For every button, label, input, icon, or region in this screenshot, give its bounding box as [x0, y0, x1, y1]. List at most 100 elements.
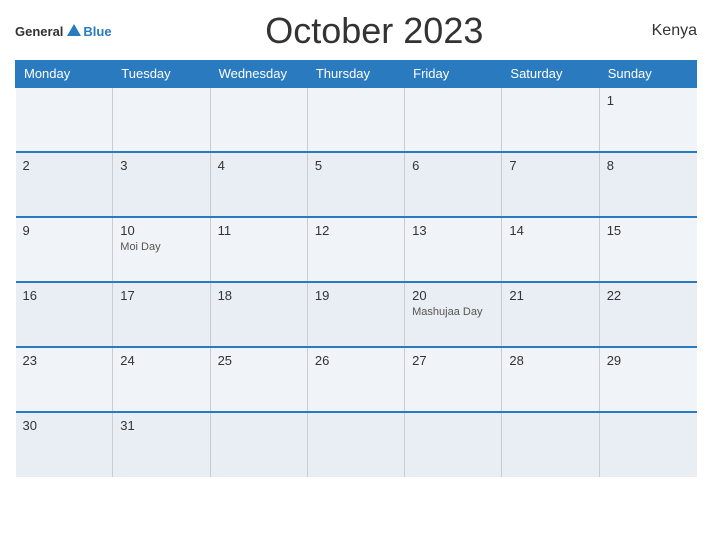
header: General Blue October 2023 Kenya	[15, 10, 697, 52]
calendar-cell: 20 Mashujaa Day	[405, 282, 502, 347]
col-saturday: Saturday	[502, 61, 599, 88]
calendar-header: Monday Tuesday Wednesday Thursday Friday…	[16, 61, 697, 88]
day-number: 15	[607, 223, 690, 238]
calendar-cell: 26	[307, 347, 404, 412]
calendar-cell	[16, 87, 113, 152]
calendar-cell	[502, 87, 599, 152]
calendar-cell: 5	[307, 152, 404, 217]
calendar-week-row: 1	[16, 87, 697, 152]
calendar-cell: 14	[502, 217, 599, 282]
logo-blue: Blue	[83, 24, 111, 39]
day-number: 2	[23, 158, 106, 173]
logo: General Blue	[15, 24, 112, 39]
calendar-week-row: 16 17 18 19 20 Mashujaa Day 21 22	[16, 282, 697, 347]
day-number: 17	[120, 288, 202, 303]
calendar-page: General Blue October 2023 Kenya Monday T…	[0, 0, 712, 550]
calendar-cell: 23	[16, 347, 113, 412]
weekday-header-row: Monday Tuesday Wednesday Thursday Friday…	[16, 61, 697, 88]
calendar-cell: 29	[599, 347, 696, 412]
day-number: 10	[120, 223, 202, 238]
day-number: 4	[218, 158, 300, 173]
col-thursday: Thursday	[307, 61, 404, 88]
logo-triangle-icon	[67, 24, 81, 36]
day-number: 24	[120, 353, 202, 368]
day-number: 29	[607, 353, 690, 368]
col-monday: Monday	[16, 61, 113, 88]
calendar-cell: 1	[599, 87, 696, 152]
calendar-title: October 2023	[112, 10, 637, 52]
col-wednesday: Wednesday	[210, 61, 307, 88]
calendar-table: Monday Tuesday Wednesday Thursday Friday…	[15, 60, 697, 477]
calendar-cell	[307, 87, 404, 152]
day-number: 30	[23, 418, 106, 433]
day-number: 25	[218, 353, 300, 368]
calendar-cell: 16	[16, 282, 113, 347]
day-number: 22	[607, 288, 690, 303]
day-number: 20	[412, 288, 494, 303]
calendar-cell: 15	[599, 217, 696, 282]
calendar-cell: 10 Moi Day	[113, 217, 210, 282]
holiday-label: Moi Day	[120, 241, 202, 253]
calendar-week-row: 30 31	[16, 412, 697, 477]
calendar-cell: 7	[502, 152, 599, 217]
country-label: Kenya	[637, 22, 697, 40]
calendar-cell: 31	[113, 412, 210, 477]
day-number: 11	[218, 223, 300, 238]
col-tuesday: Tuesday	[113, 61, 210, 88]
calendar-cell: 18	[210, 282, 307, 347]
day-number: 26	[315, 353, 397, 368]
calendar-body: 12345678910Moi Day11121314151617181920Ma…	[16, 87, 697, 477]
calendar-cell: 25	[210, 347, 307, 412]
day-number: 13	[412, 223, 494, 238]
day-number: 7	[509, 158, 591, 173]
calendar-cell: 4	[210, 152, 307, 217]
calendar-week-row: 23 24 25 26 27 28 29	[16, 347, 697, 412]
day-number: 19	[315, 288, 397, 303]
col-sunday: Sunday	[599, 61, 696, 88]
calendar-cell	[210, 412, 307, 477]
day-number: 5	[315, 158, 397, 173]
calendar-cell	[113, 87, 210, 152]
day-number: 8	[607, 158, 690, 173]
calendar-cell: 2	[16, 152, 113, 217]
day-number: 27	[412, 353, 494, 368]
day-number: 16	[23, 288, 106, 303]
calendar-cell	[502, 412, 599, 477]
day-number: 12	[315, 223, 397, 238]
day-number: 9	[23, 223, 106, 238]
calendar-cell	[210, 87, 307, 152]
calendar-cell: 27	[405, 347, 502, 412]
day-number: 6	[412, 158, 494, 173]
calendar-cell: 8	[599, 152, 696, 217]
day-number: 3	[120, 158, 202, 173]
day-number: 14	[509, 223, 591, 238]
calendar-cell: 19	[307, 282, 404, 347]
day-number: 31	[120, 418, 202, 433]
logo-general: General	[15, 24, 63, 39]
day-number: 1	[607, 93, 690, 108]
day-number: 23	[23, 353, 106, 368]
calendar-cell	[307, 412, 404, 477]
calendar-cell: 6	[405, 152, 502, 217]
calendar-cell: 13	[405, 217, 502, 282]
calendar-cell: 12	[307, 217, 404, 282]
calendar-cell: 3	[113, 152, 210, 217]
calendar-cell: 28	[502, 347, 599, 412]
calendar-cell: 22	[599, 282, 696, 347]
calendar-cell	[405, 412, 502, 477]
day-number: 21	[509, 288, 591, 303]
calendar-cell: 17	[113, 282, 210, 347]
calendar-cell: 11	[210, 217, 307, 282]
day-number: 28	[509, 353, 591, 368]
col-friday: Friday	[405, 61, 502, 88]
holiday-label: Mashujaa Day	[412, 306, 494, 318]
calendar-cell: 30	[16, 412, 113, 477]
calendar-week-row: 9 10 Moi Day 11 12 13 14 15	[16, 217, 697, 282]
calendar-cell: 24	[113, 347, 210, 412]
calendar-week-row: 23 4567 8	[16, 152, 697, 217]
calendar-cell: 9	[16, 217, 113, 282]
calendar-cell	[599, 412, 696, 477]
calendar-cell: 21	[502, 282, 599, 347]
calendar-cell	[405, 87, 502, 152]
day-number: 18	[218, 288, 300, 303]
